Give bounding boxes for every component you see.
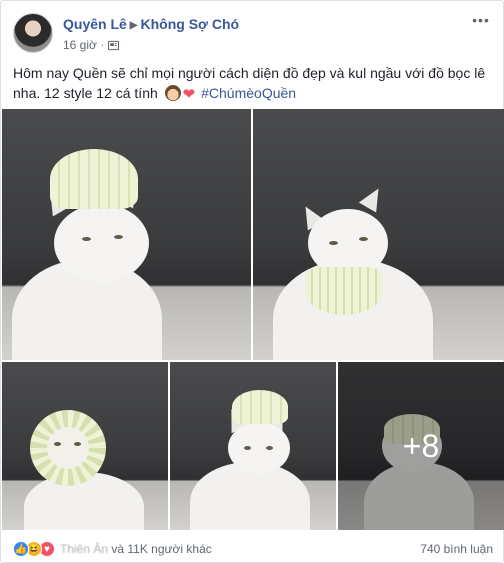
woman-emoji-icon	[164, 85, 181, 101]
liker-count: và 11K người khác	[108, 542, 212, 556]
photo-2[interactable]	[253, 109, 504, 360]
more-options-icon[interactable]: •••	[471, 13, 491, 31]
cat-eye	[329, 241, 338, 245]
more-photos-overlay[interactable]: +8	[338, 362, 504, 530]
cat-eye	[359, 237, 368, 241]
liker-name: Thiên Ân	[60, 542, 109, 556]
more-photos-count: +8	[402, 427, 440, 464]
group-link[interactable]: Không Sợ Chó	[141, 16, 240, 32]
heart-emoji-icon: ❤	[182, 86, 196, 103]
photo-1[interactable]	[2, 109, 251, 360]
author-link[interactable]: Quyên Lê	[63, 16, 127, 32]
photo-3[interactable]	[2, 362, 168, 530]
cat-eye	[74, 442, 81, 446]
like-reaction-icon: 👍	[13, 541, 29, 557]
hashtag-link[interactable]: #ChúmèoQuền	[201, 85, 296, 101]
photo-4[interactable]	[170, 362, 336, 530]
cat-eye	[54, 442, 61, 446]
post-card: Quyên Lê ▶ Không Sợ Chó 16 giờ · ••• Hôm n…	[0, 0, 504, 563]
cat-eye	[114, 235, 123, 239]
cat-head	[54, 204, 149, 282]
cat-eye	[82, 237, 91, 241]
cat-eye	[244, 446, 251, 450]
post-meta: 16 giờ ·	[63, 38, 120, 52]
pear-wrap-hat	[50, 149, 138, 209]
play-arrow-icon: ▶	[129, 20, 138, 31]
pear-wrap-collar	[305, 267, 383, 315]
post-footer: 👍 😆 ♥ Thiên Ân và 11K người khác 740 bìn…	[13, 538, 493, 560]
comment-count[interactable]: 740 bình luận	[420, 542, 493, 556]
cat-head	[228, 422, 290, 474]
pear-wrap-hat	[232, 390, 288, 424]
post-body: Hôm nay Quền sẽ chỉ mọi người cách diện …	[13, 63, 495, 105]
pear-wrap-flower	[30, 410, 106, 486]
meta-separator: ·	[100, 39, 105, 51]
post-header: Quyên Lê ▶ Không Sợ Chó 16 giờ · •••	[13, 13, 493, 57]
avatar[interactable]	[13, 13, 53, 53]
reaction-summary[interactable]: Thiên Ân và 11K người khác	[60, 542, 212, 556]
timestamp[interactable]: 16 giờ	[63, 38, 97, 52]
globe-privacy-icon[interactable]	[108, 40, 120, 51]
post-title: Quyên Lê ▶ Không Sợ Chó	[63, 16, 239, 32]
photo-5[interactable]: +8	[338, 362, 504, 530]
reaction-icons[interactable]: 👍 😆 ♥	[13, 541, 55, 557]
cat-eye	[266, 446, 273, 450]
